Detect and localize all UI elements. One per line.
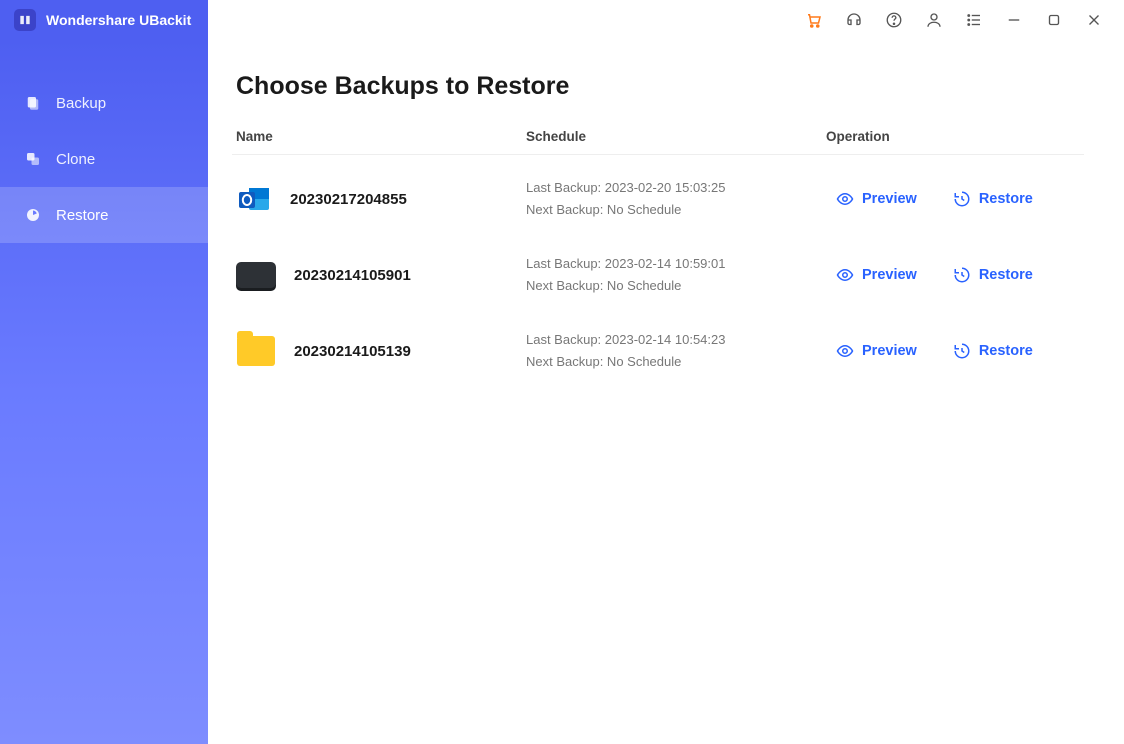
sidebar-item-label: Clone	[56, 151, 95, 168]
main-content: Choose Backups to Restore Name Schedule …	[208, 40, 1124, 744]
schedule-cell: Last Backup: 2023-02-14 10:59:01Next Bac…	[526, 253, 826, 297]
backup-name: 20230214105901	[294, 267, 411, 284]
preview-button[interactable]: Preview	[836, 190, 917, 208]
backup-name: 20230217204855	[290, 191, 407, 208]
restore-button[interactable]: Restore	[953, 190, 1033, 208]
table-row: 20230214105901 Last Backup: 2023-02-14 10…	[232, 237, 1084, 313]
close-icon[interactable]	[1084, 10, 1104, 30]
folder-icon	[236, 336, 276, 366]
restore-button[interactable]: Restore	[953, 266, 1033, 284]
titlebar: Wondershare UBackit	[0, 0, 1124, 40]
table-header: Name Schedule Operation	[232, 129, 1084, 155]
user-icon[interactable]	[924, 10, 944, 30]
last-backup-text: Last Backup: 2023-02-14 10:54:23	[526, 329, 826, 351]
column-header-schedule: Schedule	[526, 129, 826, 144]
backup-icon	[24, 94, 42, 112]
schedule-cell: Last Backup: 2023-02-14 10:54:23Next Bac…	[526, 329, 826, 373]
titlebar-controls	[804, 10, 1124, 30]
last-backup-text: Last Backup: 2023-02-20 15:03:25	[526, 177, 826, 199]
cart-icon[interactable]	[804, 10, 824, 30]
schedule-cell: Last Backup: 2023-02-20 15:03:25Next Bac…	[526, 177, 826, 221]
sidebar-item-restore[interactable]: Restore	[0, 187, 208, 243]
preview-button[interactable]: Preview	[836, 342, 917, 360]
last-backup-text: Last Backup: 2023-02-14 10:59:01	[526, 253, 826, 275]
maximize-icon[interactable]	[1044, 10, 1064, 30]
next-backup-text: Next Backup: No Schedule	[526, 275, 826, 297]
app-logo-icon	[14, 9, 36, 31]
sidebar-item-backup[interactable]: Backup	[0, 75, 208, 131]
support-icon[interactable]	[844, 10, 864, 30]
disk-icon	[236, 262, 276, 288]
column-header-operation: Operation	[826, 129, 1080, 144]
titlebar-left: Wondershare UBackit	[0, 0, 208, 40]
backup-name: 20230214105139	[294, 343, 411, 360]
sidebar-item-clone[interactable]: Clone	[0, 131, 208, 187]
next-backup-text: Next Backup: No Schedule	[526, 199, 826, 221]
sidebar: Backup Clone Restore	[0, 40, 208, 744]
sidebar-item-label: Backup	[56, 95, 106, 112]
column-header-name: Name	[236, 129, 526, 144]
table-row: 20230217204855 Last Backup: 2023-02-20 15…	[232, 161, 1084, 237]
preview-button[interactable]: Preview	[836, 266, 917, 284]
menu-list-icon[interactable]	[964, 10, 984, 30]
page-title: Choose Backups to Restore	[232, 72, 1084, 101]
help-icon[interactable]	[884, 10, 904, 30]
sidebar-item-label: Restore	[56, 207, 109, 224]
minimize-icon[interactable]	[1004, 10, 1024, 30]
restore-icon	[24, 206, 42, 224]
app-title: Wondershare UBackit	[46, 12, 191, 28]
table-body: 20230217204855 Last Backup: 2023-02-20 15…	[232, 161, 1084, 389]
restore-button[interactable]: Restore	[953, 342, 1033, 360]
clone-icon	[24, 150, 42, 168]
table-row: 20230214105139 Last Backup: 2023-02-14 10…	[232, 313, 1084, 389]
outlook-icon	[236, 181, 272, 217]
next-backup-text: Next Backup: No Schedule	[526, 351, 826, 373]
